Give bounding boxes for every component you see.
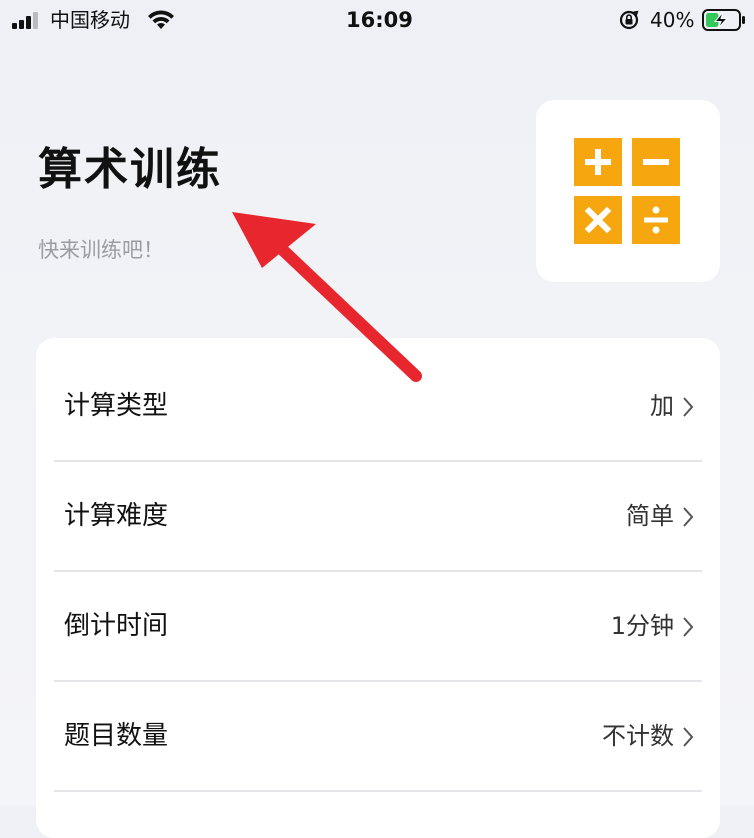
setting-label: 题目数量 — [64, 721, 169, 751]
divide-icon — [632, 196, 680, 244]
setting-row-difficulty[interactable]: 计算难度 简单 — [36, 462, 720, 572]
setting-row-calc-type[interactable]: 计算类型 加 — [36, 352, 720, 462]
multiply-icon — [574, 196, 622, 244]
status-bar: 中国移动 16:09 40% — [0, 0, 754, 40]
setting-label: 计算类型 — [64, 391, 169, 421]
chevron-right-icon — [683, 727, 694, 747]
settings-list: 计算类型 加 计算难度 简单 倒计时间 1分钟 题目数量 不计数 — [36, 338, 720, 838]
battery-charging-icon — [702, 9, 745, 31]
battery-percentage: 40% — [650, 8, 695, 32]
chevron-right-icon — [683, 397, 694, 417]
setting-value: 简单 — [626, 502, 674, 530]
minus-icon — [632, 138, 680, 186]
chevron-right-icon — [683, 617, 694, 637]
setting-row-countdown[interactable]: 倒计时间 1分钟 — [36, 572, 720, 682]
setting-label: 倒计时间 — [64, 611, 169, 641]
rotation-lock-icon — [619, 10, 639, 30]
wifi-icon — [148, 10, 174, 29]
setting-row-question-count[interactable]: 题目数量 不计数 — [36, 682, 720, 792]
carrier-name: 中国移动 — [50, 8, 130, 32]
signal-strength-icon — [12, 11, 42, 29]
divider — [54, 790, 702, 792]
setting-label: 计算难度 — [64, 501, 169, 531]
page-subtitle: 快来训练吧！ — [38, 238, 164, 262]
calculator-operators-icon — [574, 138, 680, 244]
chevron-right-icon — [683, 507, 694, 527]
calculator-icon-card — [536, 100, 720, 282]
page-title: 算术训练 — [38, 144, 222, 195]
setting-value: 1分钟 — [610, 612, 674, 640]
clock-time: 16:09 — [346, 8, 413, 32]
setting-value: 加 — [650, 392, 674, 420]
setting-value: 不计数 — [602, 722, 674, 750]
plus-icon — [574, 138, 622, 186]
